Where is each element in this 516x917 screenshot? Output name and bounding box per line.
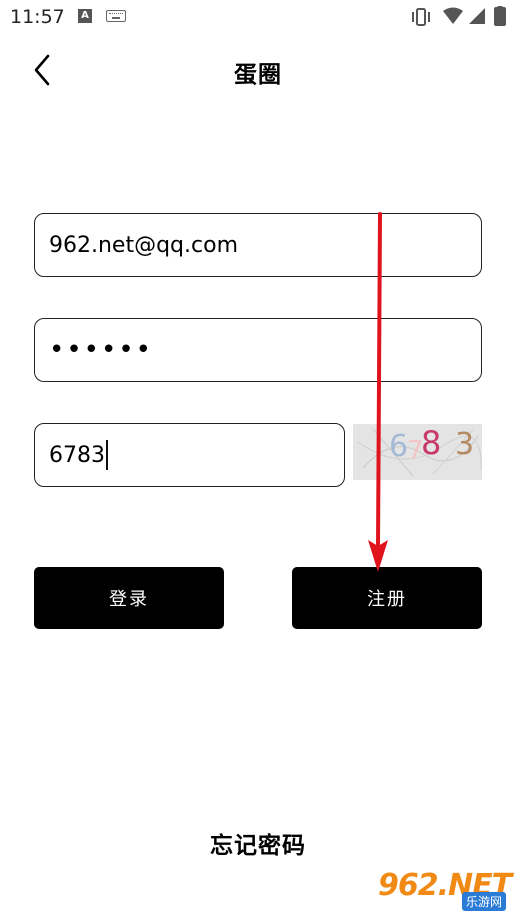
captcha-field[interactable]: 6783 [34,423,345,487]
forgot-password-link[interactable]: 忘记密码 [0,826,516,860]
battery-icon [494,6,506,26]
captcha-char-4: 3 [455,427,474,462]
annotation-arrow [368,212,388,572]
vibrate-icon [412,8,430,26]
captcha-char-3: 8 [421,424,441,462]
signal-icon [469,8,485,24]
captcha-value: 6783 [49,442,105,468]
keyboard-icon [106,10,126,22]
status-bar: 11:57 A [0,0,516,34]
register-button[interactable]: 注册 [292,567,482,629]
login-button[interactable]: 登录 [34,567,224,629]
email-field[interactable]: 962.net@qq.com [34,213,482,277]
page-title: 蛋圈 [234,62,282,88]
notification-a-icon: A [78,9,92,23]
password-value: •••••• [49,335,154,365]
email-value: 962.net@qq.com [49,232,238,258]
wifi-icon [443,7,463,24]
status-time: 11:57 [10,6,65,28]
watermark-logo: 962.NET 乐游网 [378,868,512,914]
watermark-sub: 乐游网 [461,892,506,911]
text-caret [106,440,108,470]
password-field[interactable]: •••••• [34,318,482,382]
